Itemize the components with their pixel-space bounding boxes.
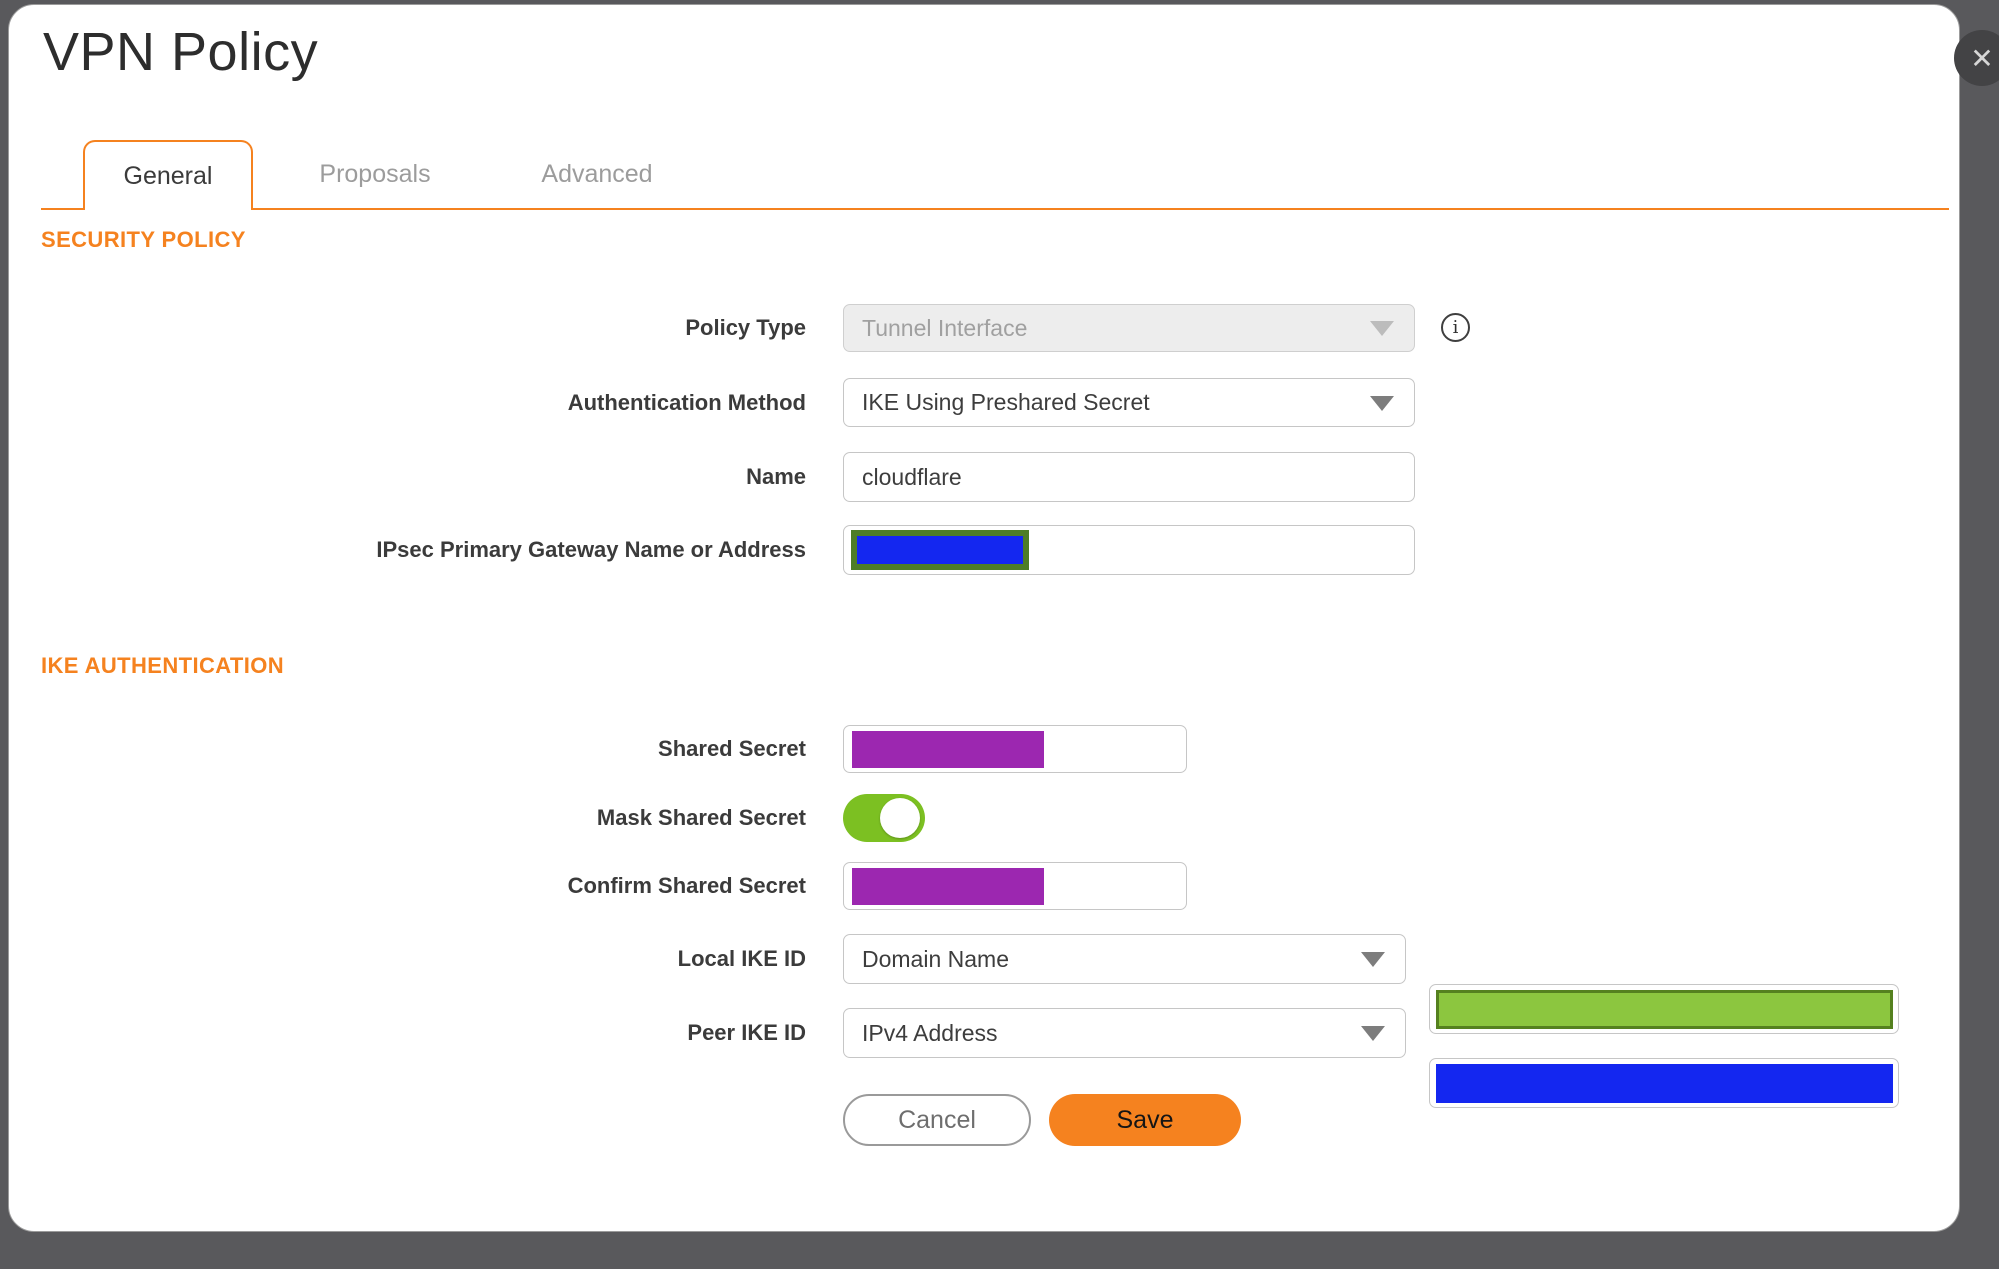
row-local-ike-id: Local IKE ID Domain Name (9, 934, 1959, 1034)
policy-type-select: Tunnel Interface (843, 304, 1415, 352)
toggle-knob (880, 798, 920, 838)
policy-type-label: Policy Type (685, 315, 806, 340)
auth-method-label: Authentication Method (567, 389, 806, 415)
cancel-button[interactable]: Cancel (843, 1094, 1031, 1146)
local-ike-id-select[interactable]: Domain Name (843, 934, 1406, 984)
page-title: VPN Policy (43, 22, 319, 82)
row-auth-method: Authentication Method IKE Using Preshare… (9, 378, 1959, 427)
name-label: Name (746, 464, 806, 489)
row-name: Name (9, 452, 1959, 502)
mask-shared-secret-toggle[interactable] (843, 794, 925, 842)
tab-proposals-label: Proposals (319, 159, 431, 188)
section-security-policy: SECURITY POLICY (41, 227, 246, 252)
name-field[interactable] (844, 453, 1414, 501)
section-ike-authentication: IKE AUTHENTICATION (41, 653, 285, 678)
row-peer-ike-id: Peer IKE ID IPv4 Address (9, 1008, 1959, 1108)
row-gateway: IPsec Primary Gateway Name or Address (9, 525, 1959, 575)
chevron-down-icon (1370, 395, 1394, 411)
row-shared-secret: Shared Secret (9, 725, 1959, 773)
chevron-down-icon (1361, 1026, 1385, 1041)
name-field-box (843, 452, 1415, 502)
confirm-shared-secret-redacted-value (852, 868, 1044, 905)
row-policy-type: Policy Type Tunnel Interface i (9, 304, 1959, 352)
row-confirm-shared-secret: Confirm Shared Secret (9, 862, 1959, 910)
row-mask-shared-secret: Mask Shared Secret (9, 794, 1959, 842)
close-icon: ✕ (1970, 42, 1994, 74)
chevron-down-icon (1361, 952, 1385, 967)
peer-ike-id-value: IPv4 Address (862, 1019, 998, 1046)
policy-type-value: Tunnel Interface (862, 314, 1028, 341)
shared-secret-field[interactable] (843, 725, 1187, 773)
mask-shared-secret-label: Mask Shared Secret (596, 805, 806, 830)
info-icon[interactable]: i (1441, 313, 1470, 342)
shared-secret-label: Shared Secret (658, 736, 806, 761)
gateway-field[interactable] (843, 525, 1415, 575)
save-button[interactable]: Save (1049, 1094, 1241, 1146)
tab-advanced[interactable]: Advanced (517, 140, 677, 208)
chevron-down-icon (1370, 321, 1394, 336)
close-button[interactable]: ✕ (1954, 30, 1999, 86)
vpn-policy-dialog: VPN Policy General Proposals Advanced SE… (8, 4, 1960, 1232)
confirm-shared-secret-label: Confirm Shared Secret (567, 873, 806, 898)
peer-ike-id-select[interactable]: IPv4 Address (843, 1008, 1406, 1058)
peer-ike-id-label: Peer IKE ID (687, 1020, 806, 1045)
peer-ike-id-redacted-value (1436, 1064, 1893, 1103)
gateway-label: IPsec Primary Gateway Name or Address (376, 537, 806, 562)
local-ike-id-label: Local IKE ID (677, 946, 806, 971)
tab-general-label: General (123, 161, 213, 190)
cancel-button-label: Cancel (898, 1105, 976, 1134)
tab-underline (41, 208, 1949, 210)
auth-method-select[interactable]: IKE Using Preshared Secret (843, 378, 1415, 427)
gateway-redacted-value (851, 530, 1029, 570)
local-ike-id-value: Domain Name (862, 945, 1009, 972)
tab-proposals[interactable]: Proposals (295, 140, 455, 208)
save-button-label: Save (1116, 1105, 1174, 1134)
shared-secret-redacted-value (852, 731, 1044, 768)
tab-general[interactable]: General (83, 140, 253, 210)
peer-ike-id-field[interactable] (1429, 1058, 1899, 1108)
confirm-shared-secret-field[interactable] (843, 862, 1187, 910)
tab-advanced-label: Advanced (541, 159, 653, 188)
auth-method-value: IKE Using Preshared Secret (862, 389, 1150, 415)
